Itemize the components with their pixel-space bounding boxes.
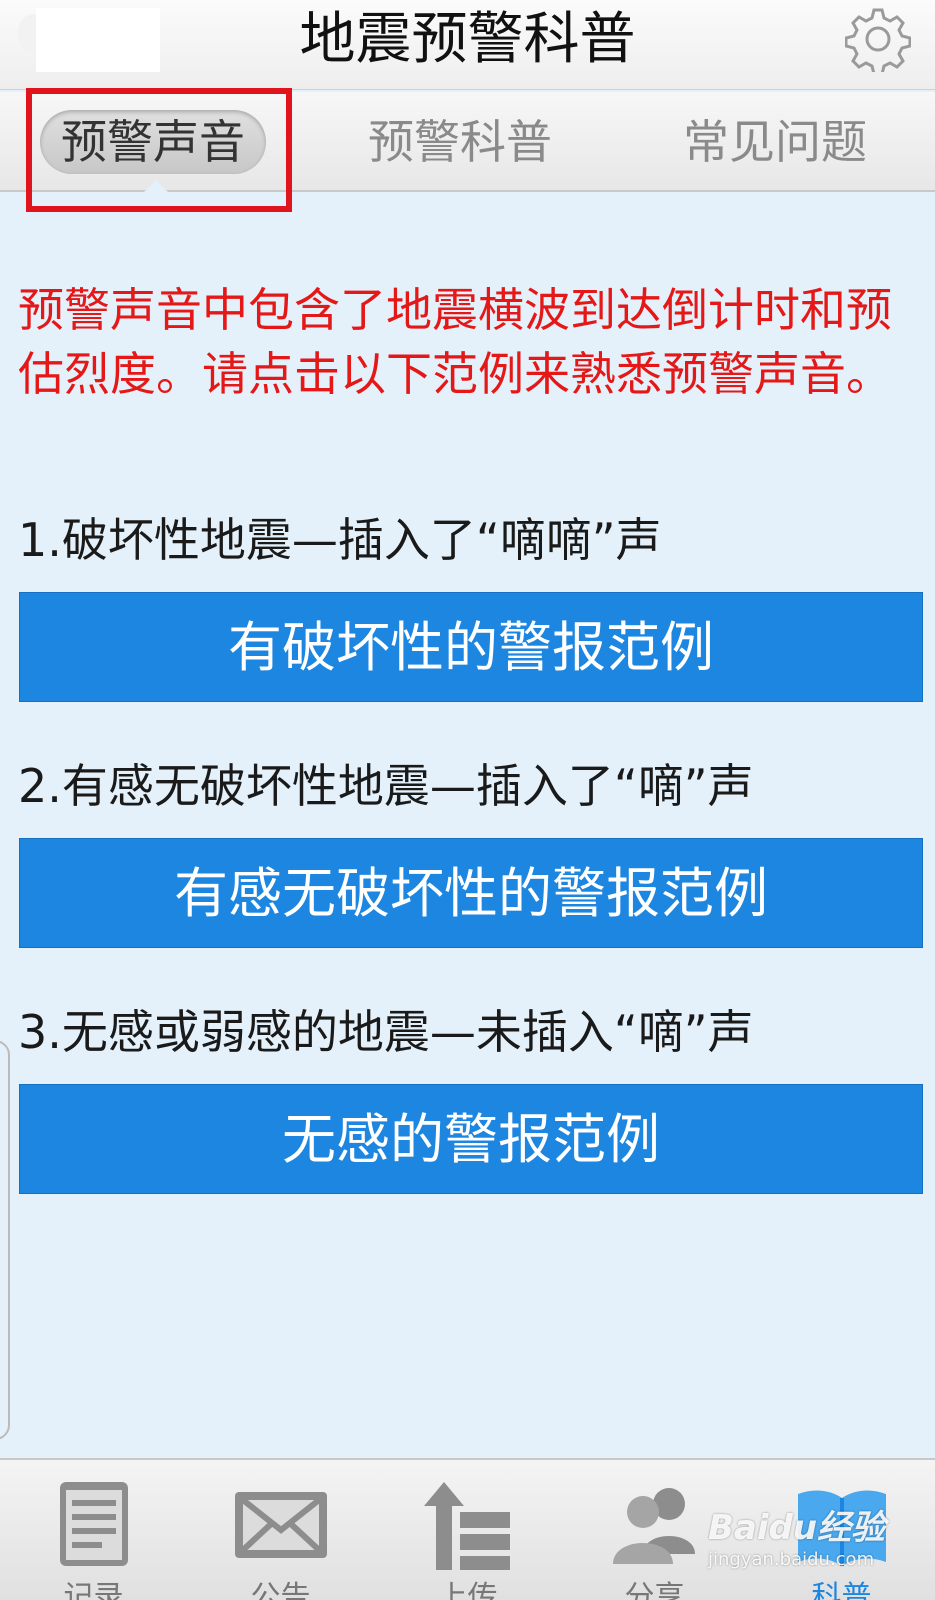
example-label-3: 3.无感或弱感的地震—未插入“嘀”声 — [18, 1005, 754, 1059]
tab-warning-science[interactable]: 预警科普 — [340, 92, 580, 192]
mail-icon — [235, 1492, 327, 1558]
page-title: 地震预警科普 — [299, 7, 636, 72]
watermark-main: Baidu经验 — [708, 1508, 886, 1548]
nav-item-upload[interactable]: 上传 — [374, 1460, 561, 1600]
highlight-annotation — [26, 88, 292, 212]
felt-alert-example-button[interactable]: 有感无破坏性的警报范例 — [19, 838, 923, 948]
upload-icon — [424, 1482, 510, 1570]
nav-label-notice: 公告 — [250, 1580, 311, 1600]
intro-text: 预警声音中包含了地震横波到达倒计时和预估烈度。请点击以下范例来熟悉预警声音。 — [18, 283, 892, 401]
record-icon — [60, 1482, 128, 1566]
destructive-alert-example-button[interactable]: 有破坏性的警报范例 — [19, 592, 923, 702]
gear-icon[interactable] — [844, 6, 912, 76]
share-users-icon — [613, 1488, 695, 1564]
example-label-2: 2.有感无破坏性地震—插入了“嘀”声 — [18, 759, 754, 813]
unfelt-alert-example-button[interactable]: 无感的警报范例 — [19, 1084, 923, 1194]
nav-item-record[interactable]: 记录 — [0, 1460, 187, 1600]
nav-item-notice[interactable]: 公告 — [187, 1460, 374, 1600]
example-label-1: 1.破坏性地震—插入了“嘀嘀”声 — [18, 513, 662, 567]
app-header: 地震预警科普 — [0, 0, 935, 90]
edge-overlay — [0, 1040, 10, 1440]
nav-label-record: 记录 — [63, 1580, 124, 1600]
baidu-watermark: Baidu经验 jingyan.baidu.com — [708, 1500, 918, 1590]
watermark-sub: jingyan.baidu.com — [708, 1549, 875, 1570]
tab-faq[interactable]: 常见问题 — [655, 92, 895, 192]
nav-label-upload: 上传 — [437, 1580, 498, 1600]
